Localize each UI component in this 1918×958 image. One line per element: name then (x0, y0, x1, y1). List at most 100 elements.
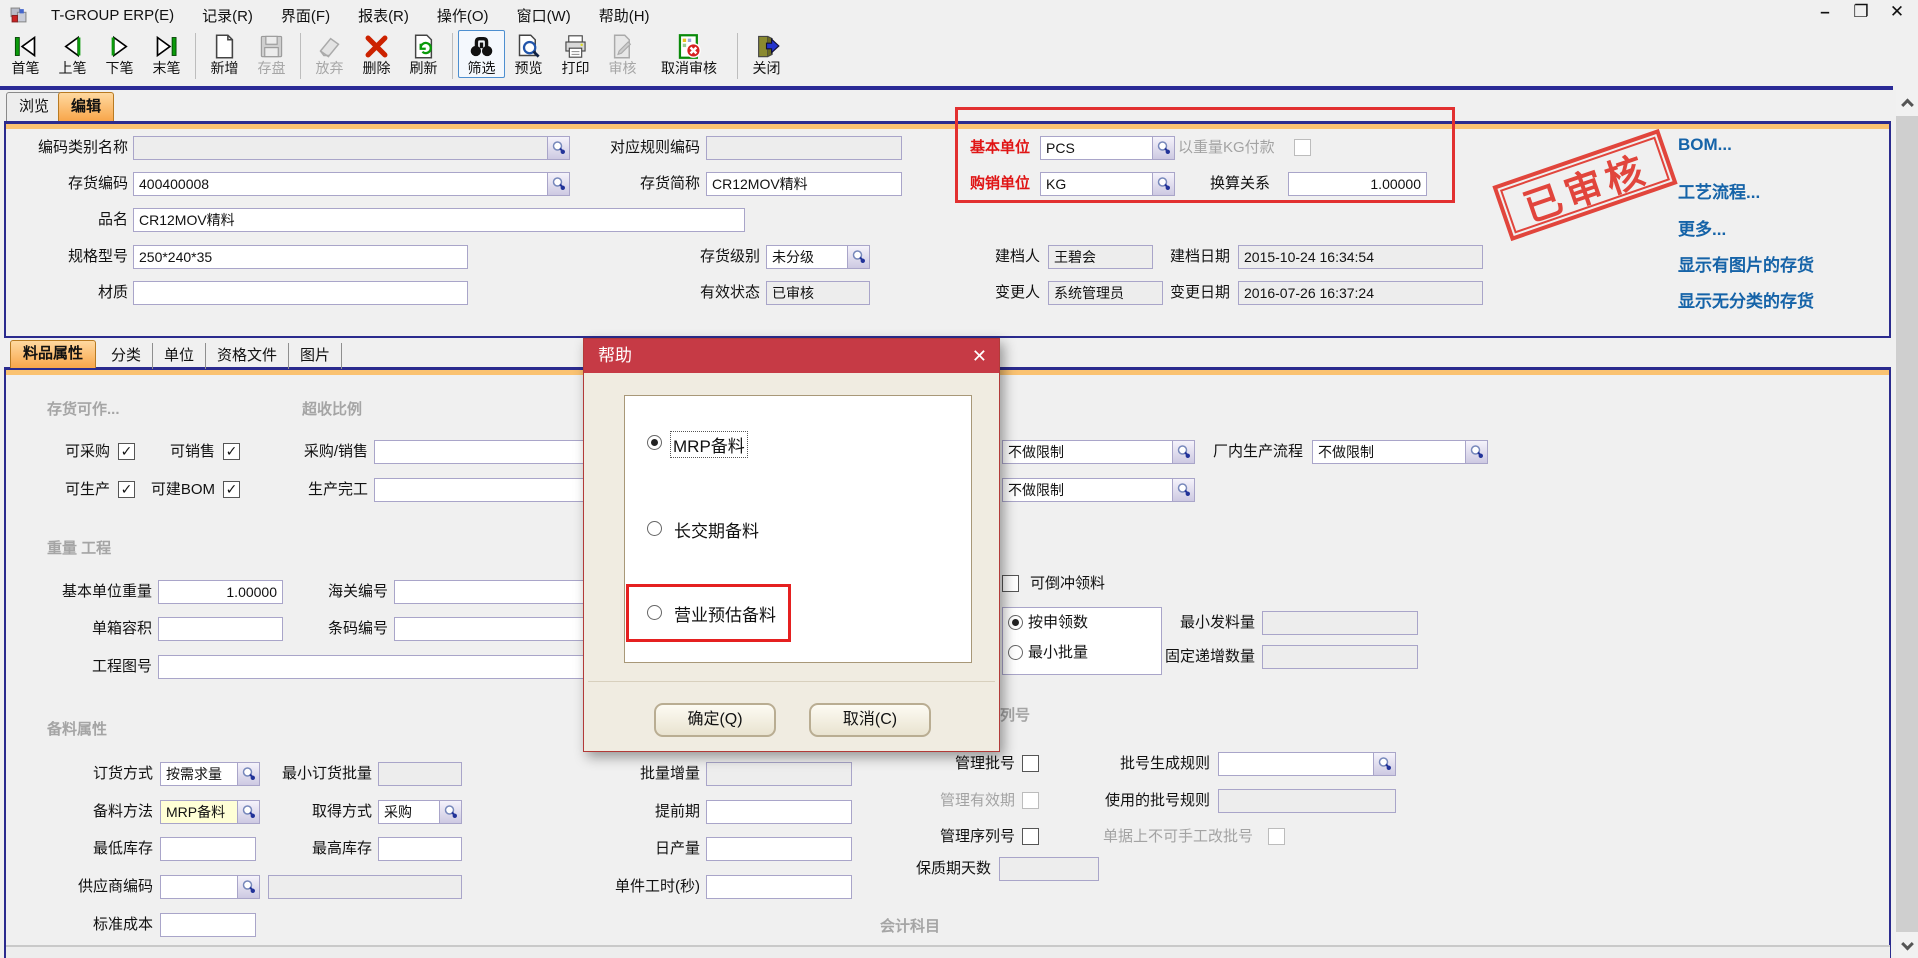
scroll-down-button[interactable] (1896, 932, 1918, 958)
option-business-forecast-label[interactable]: 营业预估备料 (674, 601, 776, 626)
item-level-field[interactable]: 未分级 (766, 245, 870, 269)
dialog-close-icon[interactable]: ✕ (972, 339, 987, 373)
delete-button[interactable]: 删除 (353, 30, 400, 78)
limit-field-1[interactable]: 不做限制 (1002, 440, 1195, 464)
first-record-button[interactable]: 首笔 (2, 30, 49, 78)
min-issue-field[interactable] (1262, 611, 1418, 635)
link-process-flow[interactable]: 工艺流程... (1678, 178, 1760, 203)
spec-field[interactable]: 250*240*35 (133, 245, 468, 269)
menu-interface[interactable]: 界面(F) (267, 5, 344, 26)
subtab-item-attributes[interactable]: 料品属性 (10, 340, 96, 368)
prep-method-field[interactable]: MRP备料 (160, 800, 260, 824)
link-more[interactable]: 更多... (1678, 215, 1726, 240)
menu-tgroup-erp[interactable]: T-GROUP ERP(E) (37, 7, 188, 24)
lead-time-field[interactable] (706, 800, 852, 824)
lookup-icon[interactable] (848, 245, 870, 269)
lookup-icon[interactable] (238, 875, 260, 899)
new-button[interactable]: 新增 (201, 30, 248, 78)
issue-by-request-radio[interactable] (1008, 615, 1023, 630)
manage-serial-checkbox[interactable] (1022, 828, 1039, 845)
coding-category-field[interactable] (133, 136, 570, 160)
backflush-checkbox[interactable] (1002, 575, 1019, 592)
filter-button[interactable]: 筛选 (458, 30, 505, 78)
item-name-field[interactable]: CR12MOV精料 (133, 208, 745, 232)
ratio-purchase-sale-field[interactable] (374, 440, 586, 464)
menu-help[interactable]: 帮助(H) (585, 5, 664, 26)
can-bom-checkbox[interactable]: ✓ (223, 481, 240, 498)
option-long-leadtime-label[interactable]: 长交期备料 (674, 517, 759, 542)
barcode-field[interactable] (394, 617, 584, 641)
option-mrp-label[interactable]: MRP备料 (670, 431, 748, 458)
link-bom[interactable]: BOM... (1678, 135, 1732, 155)
can-produce-checkbox[interactable]: ✓ (118, 481, 135, 498)
item-code-field[interactable]: 400400008 (133, 172, 570, 196)
close-button[interactable]: ✕ (1886, 2, 1908, 22)
restore-button[interactable]: ❐ (1850, 2, 1872, 22)
drawing-no-field[interactable] (158, 655, 584, 679)
scroll-up-button[interactable] (1896, 90, 1918, 116)
next-record-button[interactable]: 下笔 (96, 30, 143, 78)
trade-unit-field[interactable]: KG (1040, 172, 1175, 196)
ok-button[interactable]: 确定(Q) (654, 703, 776, 737)
item-short-name-field[interactable]: CR12MOV精料 (706, 172, 902, 196)
subtab-category[interactable]: 分类 (100, 343, 153, 369)
unit-work-time-field[interactable] (706, 875, 852, 899)
customs-code-field[interactable] (394, 580, 584, 604)
lookup-icon[interactable] (1374, 752, 1396, 776)
batch-rule-field[interactable] (1218, 752, 1396, 776)
lookup-icon[interactable] (1173, 440, 1195, 464)
ratio-production-field[interactable] (374, 478, 586, 502)
menu-record[interactable]: 记录(R) (188, 5, 267, 26)
acquire-mode-field[interactable]: 采购 (378, 800, 462, 824)
option-long-leadtime-radio[interactable] (647, 521, 662, 536)
link-show-uncategorized[interactable]: 显示无分类的存货 (1678, 287, 1814, 312)
minimize-button[interactable]: – (1814, 2, 1836, 22)
manage-batch-checkbox[interactable] (1022, 755, 1039, 772)
daily-output-field[interactable] (706, 837, 852, 861)
issue-min-batch-radio[interactable] (1008, 645, 1023, 660)
conversion-field[interactable]: 1.00000 (1288, 172, 1427, 196)
preview-button[interactable]: 预览 (505, 30, 552, 78)
menu-report[interactable]: 报表(R) (344, 5, 423, 26)
vertical-scrollbar[interactable] (1896, 90, 1918, 958)
material-field[interactable] (133, 281, 468, 305)
refresh-button[interactable]: 刷新 (400, 30, 447, 78)
subtab-picture[interactable]: 图片 (289, 343, 342, 369)
can-purchase-checkbox[interactable]: ✓ (118, 443, 135, 460)
box-volume-field[interactable] (158, 617, 283, 641)
max-stock-field[interactable] (378, 837, 462, 861)
link-show-with-picture[interactable]: 显示有图片的存货 (1678, 251, 1814, 276)
base-unit-field[interactable]: PCS (1040, 136, 1175, 160)
last-record-button[interactable]: 末笔 (143, 30, 190, 78)
option-mrp-radio[interactable] (647, 435, 662, 450)
shelf-life-field[interactable] (999, 857, 1099, 881)
supplier-code-field[interactable] (160, 875, 260, 899)
lookup-icon[interactable] (1466, 440, 1488, 464)
lookup-icon[interactable] (548, 136, 570, 160)
rule-code-field[interactable] (706, 136, 902, 160)
lookup-icon[interactable] (548, 172, 570, 196)
subtab-unit[interactable]: 单位 (153, 343, 206, 369)
prev-record-button[interactable]: 上笔 (49, 30, 96, 78)
std-cost-field[interactable] (160, 913, 256, 937)
subtab-qualification[interactable]: 资格文件 (206, 343, 289, 369)
menu-operation[interactable]: 操作(O) (423, 5, 503, 26)
base-unit-weight-field[interactable]: 1.00000 (158, 580, 283, 604)
can-sale-checkbox[interactable]: ✓ (223, 443, 240, 460)
order-mode-field[interactable]: 按需求量 (160, 762, 260, 786)
lookup-icon[interactable] (1153, 172, 1175, 196)
factory-flow-field[interactable]: 不做限制 (1312, 440, 1488, 464)
cancel-button[interactable]: 取消(C) (809, 703, 931, 737)
lookup-icon[interactable] (1173, 478, 1195, 502)
print-button[interactable]: 打印 (552, 30, 599, 78)
min-stock-field[interactable] (160, 837, 256, 861)
lookup-icon[interactable] (1153, 136, 1175, 160)
lookup-icon[interactable] (440, 800, 462, 824)
tab-edit[interactable]: 编辑 (58, 92, 114, 121)
cancel-audit-button[interactable]: 取消审核 (646, 30, 732, 78)
tab-browse[interactable]: 浏览 (6, 92, 62, 121)
fixed-increment-field[interactable] (1262, 645, 1418, 669)
option-business-forecast-radio[interactable] (647, 605, 662, 620)
close-window-button[interactable]: 关闭 (743, 30, 790, 78)
limit-field-2[interactable]: 不做限制 (1002, 478, 1195, 502)
